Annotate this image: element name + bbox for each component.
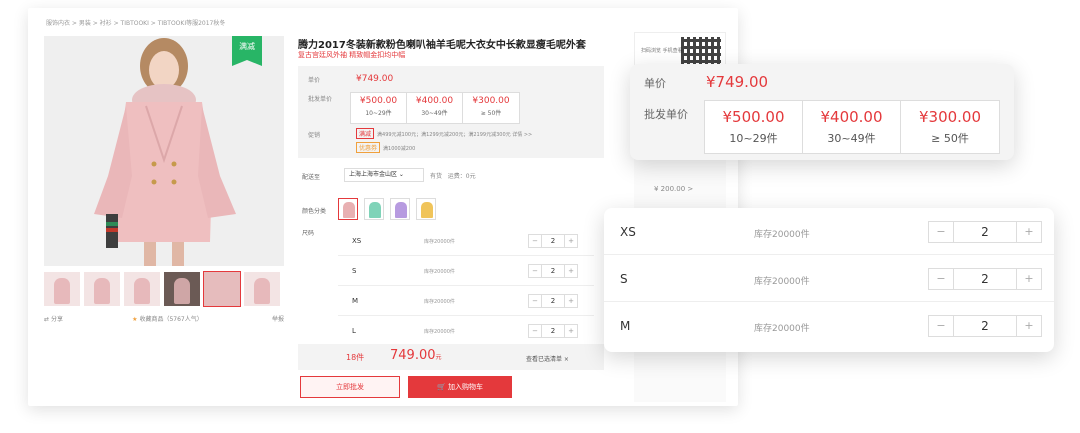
product-title: 腾力2017冬装新款粉色喇叭袖羊毛呢大衣女中长款显瘦毛呢外套 bbox=[298, 40, 586, 51]
promo-badge: 满减 bbox=[356, 128, 375, 139]
color-label: 颜色分类 bbox=[302, 208, 327, 215]
total-price: 749.00元 bbox=[390, 348, 442, 363]
minus-button[interactable]: − bbox=[529, 325, 541, 337]
favorite-link[interactable]: ★ 收藏商品（5767人气） bbox=[132, 314, 203, 323]
plus-button[interactable]: + bbox=[565, 295, 577, 307]
thumbnail[interactable] bbox=[84, 272, 120, 306]
shipping-location-select[interactable]: 上海上海市金山区 ⌄ bbox=[344, 168, 424, 182]
thumbnail[interactable] bbox=[164, 272, 200, 306]
unit-price: ¥749.00 bbox=[356, 74, 394, 84]
size-row: XS 库存20000件 −2 + bbox=[604, 208, 1054, 255]
report-link[interactable]: 举报 bbox=[272, 314, 284, 323]
zoom-unit-price-label: 单价 bbox=[644, 77, 666, 90]
size-row: L 库存20000件 −2 + bbox=[338, 316, 594, 346]
price-tier: ¥500.00 10~29件 bbox=[705, 101, 803, 153]
quantity-input[interactable]: 2 bbox=[541, 325, 565, 337]
promo-line: 满减 满499元减100元；满1299元减200元；满2199元减300元 详情 … bbox=[356, 128, 532, 139]
thumbnail-selected[interactable] bbox=[203, 271, 241, 307]
minus-button[interactable]: − bbox=[529, 295, 541, 307]
zoom-size-panel: XS 库存20000件 −2 + S 库存20000件 −2 + M 库存20000件 −… bbox=[604, 208, 1054, 352]
selected-count: 18件 bbox=[346, 353, 365, 362]
price-tier: ¥400.00 30~49件 bbox=[803, 101, 901, 153]
size-table: XS 库存20000件 −2 + S 库存20000件 −2 + M 库存20000件 −… bbox=[338, 226, 594, 346]
thumbnail[interactable] bbox=[124, 272, 160, 306]
coupon-line: 优惠券 满1000减200 bbox=[356, 142, 415, 153]
zoom-price-panel: 单价 ¥749.00 批发单价 ¥500.00 10~29件 ¥400.00 30~… bbox=[630, 64, 1014, 160]
quantity-input[interactable]: 2 bbox=[953, 222, 1017, 242]
price-panel: 单价 ¥749.00 批发单价 ¥500.00 10~29件 ¥400.00 30~… bbox=[298, 66, 604, 158]
order-summary: 18件 749.00元 查看已选清单 × bbox=[298, 344, 604, 370]
model-illustration bbox=[44, 36, 284, 266]
view-selected-list[interactable]: 查看已选清单 × bbox=[526, 354, 569, 363]
quantity-stepper: −2 + bbox=[928, 221, 1042, 243]
color-swatches bbox=[338, 198, 436, 220]
quantity-input[interactable]: 2 bbox=[541, 265, 565, 277]
related-price[interactable]: ¥ 200.00 > bbox=[654, 185, 693, 193]
minus-button[interactable]: − bbox=[929, 269, 953, 289]
quantity-stepper: −2 + bbox=[928, 315, 1042, 337]
quantity-input[interactable]: 2 bbox=[541, 295, 565, 307]
unit-price-label: 单价 bbox=[308, 77, 321, 84]
color-swatch-purple[interactable] bbox=[390, 198, 410, 220]
thumbnail[interactable] bbox=[244, 272, 280, 306]
minus-button[interactable]: − bbox=[529, 235, 541, 247]
product-subtitle: 复古宫廷风外袖 精致帽金扣均中幅 bbox=[298, 51, 406, 59]
share-row: ⇄ 分享 ★ 收藏商品（5767人气） 举报 bbox=[44, 314, 284, 323]
plus-button[interactable]: + bbox=[565, 265, 577, 277]
plus-button[interactable]: + bbox=[1017, 222, 1041, 242]
quantity-stepper: −2 + bbox=[528, 264, 578, 278]
size-label: 尺码 bbox=[302, 230, 315, 237]
quantity-input[interactable]: 2 bbox=[541, 235, 565, 247]
size-row: M 库存20000件 −2 + bbox=[338, 286, 594, 316]
plus-button[interactable]: + bbox=[565, 235, 577, 247]
shipping-label: 配送至 bbox=[302, 174, 321, 181]
add-to-cart-button[interactable]: 🛒 加入购物车 bbox=[408, 376, 512, 398]
plus-button[interactable]: + bbox=[1017, 316, 1041, 336]
coupon-badge[interactable]: 优惠券 bbox=[356, 142, 381, 153]
color-swatch-yellow[interactable] bbox=[416, 198, 436, 220]
promo-text[interactable]: 满499元减100元；满1299元减200元；满2199元减300元 详情 >> bbox=[377, 132, 532, 138]
quantity-stepper: −2 + bbox=[528, 324, 578, 338]
size-row: S 库存20000件 −2 + bbox=[338, 256, 594, 286]
zoom-price-tiers: ¥500.00 10~29件 ¥400.00 30~49件 ¥300.00 ≥ 50件 bbox=[704, 100, 1000, 154]
price-tier: ¥400.00 30~49件 bbox=[407, 93, 463, 123]
minus-button[interactable]: − bbox=[529, 265, 541, 277]
zoom-batch-price-label: 批发单价 bbox=[644, 108, 688, 121]
quantity-stepper: −2 + bbox=[928, 268, 1042, 290]
main-product-image[interactable]: 满减 bbox=[44, 36, 284, 266]
star-icon: ★ bbox=[132, 316, 138, 323]
breadcrumb[interactable]: 服饰内衣 > 男装 > 衬衫 > TIBTOOKI > TIBTOOKI等服20… bbox=[46, 18, 225, 27]
size-row: S 库存20000件 −2 + bbox=[604, 255, 1054, 302]
plus-button[interactable]: + bbox=[1017, 269, 1041, 289]
coupon-text: 满1000减200 bbox=[383, 146, 416, 152]
quantity-input[interactable]: 2 bbox=[953, 316, 1017, 336]
quantity-input[interactable]: 2 bbox=[953, 269, 1017, 289]
price-tier: ¥300.00 ≥ 50件 bbox=[918, 108, 982, 145]
minus-button[interactable]: − bbox=[929, 222, 953, 242]
zoom-unit-price: ¥749.00 bbox=[706, 73, 769, 91]
color-swatch-pink[interactable] bbox=[338, 198, 358, 220]
qr-caption: 扫码浏览 手机查看 bbox=[641, 48, 683, 54]
size-row: M 库存20000件 −2 + bbox=[604, 302, 1054, 349]
minus-button[interactable]: − bbox=[929, 316, 953, 336]
plus-button[interactable]: + bbox=[565, 325, 577, 337]
buy-now-button[interactable]: 立即批发 bbox=[300, 376, 400, 398]
size-row: XS 库存20000件 −2 + bbox=[338, 226, 594, 256]
price-tier: ¥300.00 ≥ 50件 bbox=[472, 96, 510, 117]
shipping-info: 有货 运费：0元 bbox=[430, 173, 476, 180]
quantity-stepper: −2 + bbox=[528, 234, 578, 248]
cart-icon: 🛒 bbox=[437, 383, 446, 391]
price-tiers: ¥500.00 10~29件 ¥400.00 30~49件 ¥300.00 ≥ 50件 bbox=[350, 92, 520, 124]
color-swatch-mint[interactable] bbox=[364, 198, 384, 220]
stage: 服饰内衣 > 男装 > 衬衫 > TIBTOOKI > TIBTOOKI等服20… bbox=[0, 0, 1080, 433]
promo-label: 促销 bbox=[308, 132, 321, 139]
batch-price-label: 批发单价 bbox=[308, 96, 333, 103]
thumbnail-strip bbox=[44, 271, 280, 307]
quantity-stepper: −2 + bbox=[528, 294, 578, 308]
price-tier: ¥500.00 10~29件 bbox=[351, 93, 407, 123]
share-link[interactable]: ⇄ 分享 bbox=[44, 314, 63, 323]
thumbnail[interactable] bbox=[44, 272, 80, 306]
promo-tag: 满减 bbox=[232, 36, 262, 66]
